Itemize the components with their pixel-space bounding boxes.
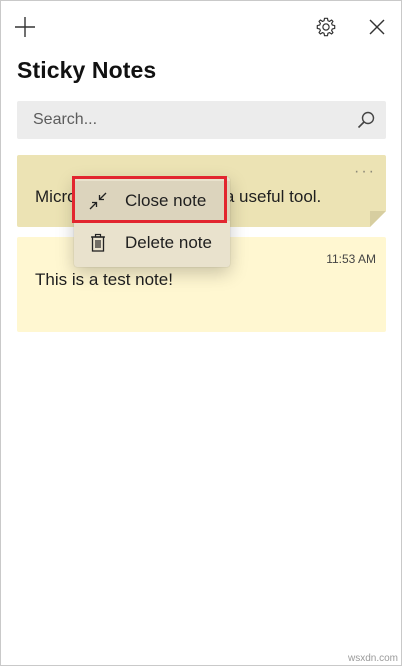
add-note-button[interactable] [9, 11, 41, 43]
plus-icon [15, 17, 35, 37]
trash-icon [91, 233, 105, 252]
close-note-icon [89, 192, 107, 210]
sticky-notes-window: Sticky Notes Microsoft Sticky Notes is a… [0, 0, 402, 666]
watermark: wsxdn.com [347, 653, 398, 664]
delete-note-menu-item[interactable]: Delete note [74, 223, 230, 263]
settings-button[interactable] [310, 11, 342, 43]
search-icon[interactable] [356, 110, 376, 130]
title-bar [1, 1, 401, 53]
close-window-button[interactable] [361, 11, 393, 43]
folded-corner-icon [370, 211, 386, 227]
close-note-menu-item[interactable]: Close note [74, 181, 230, 221]
search-box [17, 101, 386, 139]
close-note-label: Close note [125, 191, 207, 210]
note-text: This is a test note! [35, 270, 173, 289]
app-title: Sticky Notes [17, 57, 157, 83]
more-options-button[interactable]: ··· [354, 164, 376, 180]
note-timestamp: 11:53 AM [326, 252, 376, 266]
close-icon [369, 19, 385, 35]
search-input[interactable] [17, 101, 347, 139]
delete-note-label: Delete note [125, 233, 212, 252]
context-menu: Close note Delete note [74, 177, 230, 267]
gear-icon [316, 17, 336, 37]
